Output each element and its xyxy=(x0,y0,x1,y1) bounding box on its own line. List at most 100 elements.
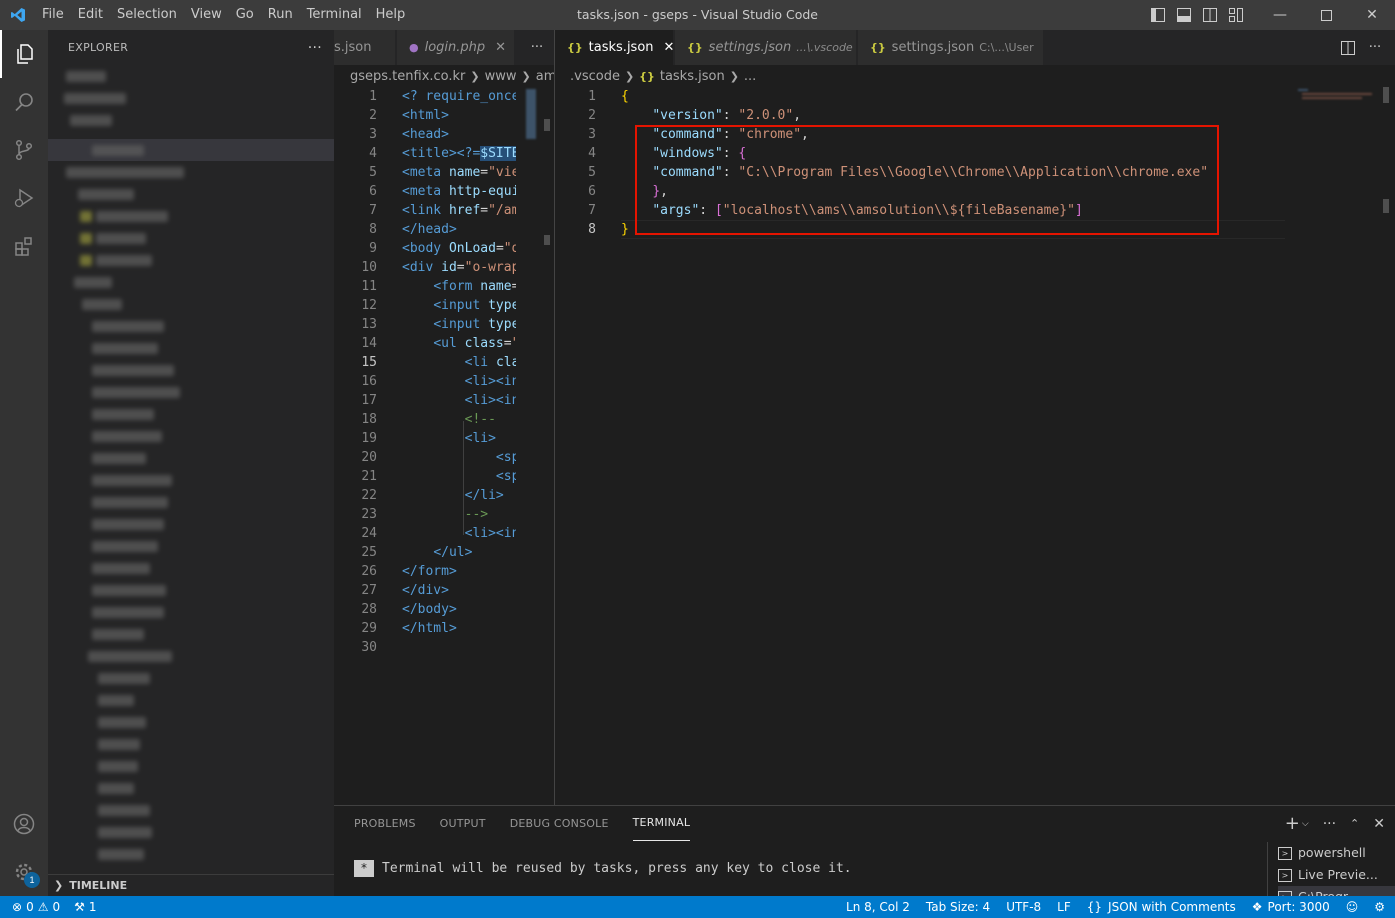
code-line[interactable]: <input type xyxy=(402,296,516,315)
source-control-icon[interactable] xyxy=(0,126,48,174)
menu-run[interactable]: Run xyxy=(261,0,300,30)
scrollbar-thumb[interactable] xyxy=(1383,87,1389,103)
code-line[interactable]: <li> xyxy=(402,429,516,448)
code-line[interactable]: <form name= xyxy=(402,277,516,296)
chevron-down-icon[interactable]: ⌵ xyxy=(1302,819,1309,829)
tree-item-redacted[interactable] xyxy=(98,805,150,816)
tree-item-redacted[interactable] xyxy=(92,497,168,508)
tab-tasks-json[interactable]: {} tasks.json ✕ xyxy=(555,30,674,65)
tree-item-redacted[interactable] xyxy=(98,673,150,684)
breadcrumb-item[interactable]: ams xyxy=(536,69,554,84)
tree-item-redacted[interactable] xyxy=(96,211,168,222)
menu-file[interactable]: File xyxy=(35,0,71,30)
tab-terminal[interactable]: TERMINAL xyxy=(632,806,691,841)
right-group-more-icon[interactable]: ··· xyxy=(1363,30,1387,65)
code-line[interactable]: </ul> xyxy=(402,543,516,562)
minimize-icon[interactable]: — xyxy=(1257,0,1303,30)
code-line[interactable]: </form> xyxy=(402,562,516,581)
tree-item-redacted[interactable] xyxy=(88,651,172,662)
menu-help[interactable]: Help xyxy=(369,0,413,30)
tree-item-redacted[interactable] xyxy=(92,409,154,420)
accounts-icon[interactable] xyxy=(0,800,48,848)
code-line[interactable]: <meta name="vie xyxy=(402,163,516,182)
code-line[interactable]: <!-- xyxy=(402,410,516,429)
code-line[interactable]: <li><in xyxy=(402,372,516,391)
timeline-section[interactable]: ❯ TIMELINE xyxy=(48,874,334,896)
code-line[interactable]: { xyxy=(621,87,1321,106)
tree-item-redacted[interactable] xyxy=(98,695,134,706)
tree-item-redacted[interactable] xyxy=(78,189,134,200)
code-line[interactable]: <html> xyxy=(402,106,516,125)
tree-item-redacted[interactable] xyxy=(92,431,162,442)
code-line[interactable]: <li><in xyxy=(402,524,516,543)
tree-item-redacted[interactable] xyxy=(64,93,126,104)
run-debug-icon[interactable] xyxy=(0,174,48,222)
problems-status[interactable]: ⊗ 0 ⚠ 0 xyxy=(12,900,60,914)
toggle-sidebar-icon[interactable] xyxy=(1149,6,1167,24)
encoding[interactable]: UTF-8 xyxy=(1006,900,1041,914)
cursor-position[interactable]: Ln 8, Col 2 xyxy=(846,900,910,914)
terminal-item-live-preview[interactable]: > Live Previe... xyxy=(1278,864,1395,886)
file-tree[interactable] xyxy=(48,65,334,875)
notifications-bell-icon[interactable]: ⚙ xyxy=(1374,900,1385,914)
menu-selection[interactable]: Selection xyxy=(110,0,184,30)
tree-item-redacted[interactable] xyxy=(92,145,144,156)
maximize-panel-chevron-up-icon[interactable]: ⌃ xyxy=(1350,817,1359,830)
breadcrumb-item[interactable]: .vscode xyxy=(570,69,620,84)
tree-item-redacted[interactable] xyxy=(96,255,152,266)
search-icon[interactable] xyxy=(0,78,48,126)
code-line[interactable]: </li> xyxy=(402,486,516,505)
tab-login-php[interactable]: ● login.php ✕ xyxy=(397,30,515,65)
minimap[interactable] xyxy=(1298,87,1378,107)
code-line[interactable] xyxy=(402,638,516,657)
split-editor-icon[interactable] xyxy=(1337,30,1359,65)
code-line[interactable]: </head> xyxy=(402,220,516,239)
explorer-more-actions-icon[interactable]: ··· xyxy=(308,40,322,56)
tree-item-redacted[interactable] xyxy=(66,71,106,82)
language-mode[interactable]: {} JSON with Comments xyxy=(1087,900,1236,914)
tree-item-redacted[interactable] xyxy=(92,321,164,332)
code-line[interactable]: </div> xyxy=(402,581,516,600)
tree-item-redacted[interactable] xyxy=(98,761,138,772)
left-editor[interactable]: 1 2 3 4 5 6 7 8 9 10 11 12 13 14 15 16 17 18 19 20 21 22 23 24 2… xyxy=(334,87,554,805)
tree-item-redacted[interactable] xyxy=(92,365,174,376)
close-tab-icon[interactable]: ✕ xyxy=(495,40,506,55)
tree-item-redacted[interactable] xyxy=(98,849,144,860)
customize-layout-icon[interactable] xyxy=(1227,6,1245,24)
tree-item-redacted[interactable] xyxy=(92,519,164,530)
more-actions-icon[interactable]: ··· xyxy=(1323,816,1336,832)
tab-debug-console[interactable]: DEBUG CONSOLE xyxy=(510,806,609,841)
tab-settings-json-user[interactable]: {} settings.json C:\...\User xyxy=(858,30,1044,65)
code-line[interactable]: --> xyxy=(402,505,516,524)
maximize-icon[interactable] xyxy=(1303,0,1349,30)
code-line[interactable]: <input type xyxy=(402,315,516,334)
toggle-secondary-sidebar-icon[interactable] xyxy=(1201,6,1219,24)
minimap[interactable] xyxy=(524,87,540,147)
tree-item-redacted[interactable] xyxy=(98,717,146,728)
tree-item-redacted[interactable] xyxy=(98,739,140,750)
explorer-icon[interactable] xyxy=(0,30,48,78)
tree-item-redacted[interactable] xyxy=(92,343,158,354)
end-of-line[interactable]: LF xyxy=(1057,900,1071,914)
tab-output[interactable]: OUTPUT xyxy=(440,806,486,841)
tree-item-redacted[interactable] xyxy=(92,563,150,574)
menu-edit[interactable]: Edit xyxy=(71,0,110,30)
code-line[interactable]: <ul class=" xyxy=(402,334,516,353)
breadcrumb-item[interactable]: tasks.json xyxy=(660,69,725,84)
tab-left-json[interactable]: s.json xyxy=(334,30,396,65)
scrollbar-thumb[interactable] xyxy=(544,119,550,131)
tree-item-redacted[interactable] xyxy=(82,299,122,310)
tree-item-redacted[interactable] xyxy=(92,629,144,640)
new-terminal-plus-icon[interactable]: + xyxy=(1285,813,1300,834)
tree-item-redacted[interactable] xyxy=(92,453,146,464)
toggle-panel-icon[interactable] xyxy=(1175,6,1193,24)
tree-item-redacted[interactable] xyxy=(96,233,146,244)
menu-view[interactable]: View xyxy=(184,0,229,30)
menu-go[interactable]: Go xyxy=(229,0,261,30)
tree-item-redacted[interactable] xyxy=(98,827,152,838)
close-panel-icon[interactable]: ✕ xyxy=(1373,816,1385,832)
code-line[interactable]: <sp xyxy=(402,448,516,467)
tree-item-redacted[interactable] xyxy=(66,167,184,178)
tab-problems[interactable]: PROBLEMS xyxy=(354,806,416,841)
tree-item-redacted[interactable] xyxy=(92,475,172,486)
